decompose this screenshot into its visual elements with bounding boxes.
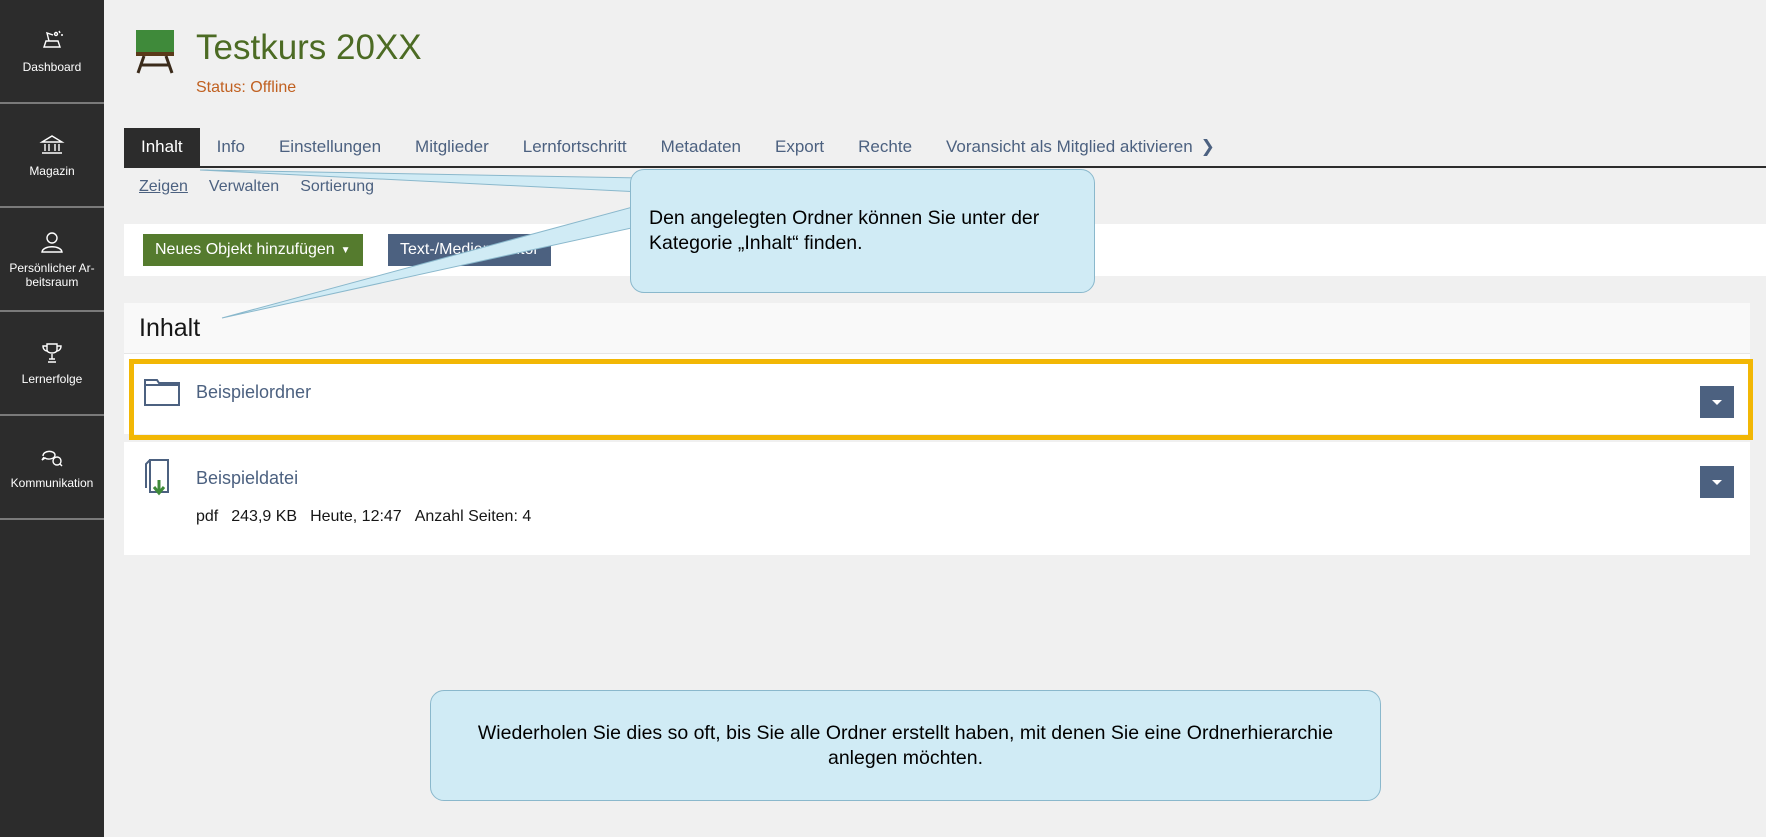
tab-mitglieder[interactable]: Mitglieder — [398, 128, 506, 166]
sidebar-item-personal-workspace[interactable]: Persönlicher Ar-beitsraum — [0, 208, 104, 312]
tab-info[interactable]: Info — [200, 128, 262, 166]
sidebar-item-label: Persönlicher Ar-beitsraum — [9, 261, 95, 289]
page-editor-button[interactable]: Text-/Medien-Editor — [388, 234, 551, 266]
trophy-icon — [42, 343, 62, 363]
file-date: Heute, 12:47 — [310, 508, 402, 525]
tab-member-preview-label: Voransicht als Mitglied aktivieren — [946, 137, 1193, 156]
tab-lernfortschritt[interactable]: Lernfortschritt — [506, 128, 644, 166]
add-object-label: Neues Objekt hinzufügen — [155, 241, 335, 258]
caret-down-icon — [1712, 399, 1722, 405]
sidebar-item-dashboard[interactable]: Dashboard — [0, 0, 104, 104]
chevron-right-icon: ❯ — [1200, 137, 1215, 156]
item-properties: pdf 243,9 KB Heute, 12:47 Anzahl Seiten:… — [196, 508, 531, 526]
dashboard-icon — [43, 30, 63, 48]
page-title: Testkurs 20XX — [196, 28, 422, 67]
tab-inhalt[interactable]: Inhalt — [124, 128, 200, 166]
caret-down-icon: ▼ — [340, 244, 351, 256]
course-header: Testkurs 20XX Status: Offline — [104, 0, 1766, 125]
item-actions-dropdown[interactable] — [1700, 386, 1734, 418]
tab-export[interactable]: Export — [758, 128, 841, 166]
course-board-icon — [136, 30, 174, 74]
file-download-icon — [145, 459, 169, 496]
content-heading: Inhalt — [124, 303, 1750, 354]
sidebar-item-label: Lernerfolge — [21, 372, 83, 386]
content-panel: Inhalt Beispielordner Beispieldatei pdf … — [124, 303, 1750, 555]
sidebar-item-label: Magazin — [29, 164, 75, 178]
list-item-folder[interactable]: Beispielordner — [124, 354, 1750, 434]
chat-icon — [41, 450, 63, 467]
callout-instruction: Wiederholen Sie dies so oft, bis Sie all… — [430, 690, 1381, 801]
item-actions-dropdown[interactable] — [1700, 466, 1734, 498]
sidebar-item-communication[interactable]: Kommunikation — [0, 416, 104, 520]
main-sidebar: Dashboard Magazin Persönlicher Ar-beitsr… — [0, 0, 104, 837]
sidebar-item-achievements[interactable]: Lernerfolge — [0, 312, 104, 416]
tab-member-preview[interactable]: Voransicht als Mitglied aktivieren ❯ — [929, 128, 1232, 166]
subtab-zeigen[interactable]: Zeigen — [139, 178, 188, 196]
tab-einstellungen[interactable]: Einstellungen — [262, 128, 398, 166]
file-size: 243,9 KB — [231, 508, 298, 525]
subtab-verwalten[interactable]: Verwalten — [209, 178, 279, 196]
tab-metadaten[interactable]: Metadaten — [644, 128, 758, 166]
library-icon — [39, 135, 65, 154]
sub-tabs: Zeigen Verwalten Sortierung — [139, 178, 374, 196]
file-pages: Anzahl Seiten: 4 — [414, 508, 532, 525]
main-tabs: Inhalt Info Einstellungen Mitglieder Ler… — [124, 128, 1766, 168]
sidebar-item-magazin[interactable]: Magazin — [0, 104, 104, 208]
file-type: pdf — [196, 508, 219, 525]
sidebar-item-label: Kommunikation — [10, 476, 94, 490]
item-title-link[interactable]: Beispieldatei — [196, 468, 298, 489]
status-text: Status: Offline — [196, 79, 297, 96]
item-title-link[interactable]: Beispielordner — [196, 382, 311, 403]
sidebar-item-label: Dashboard — [22, 60, 82, 74]
user-icon — [41, 232, 63, 253]
subtab-sortierung[interactable]: Sortierung — [300, 178, 374, 196]
folder-icon — [144, 379, 180, 406]
callout-hint: Den angelegten Ordner können Sie unter d… — [630, 169, 1095, 293]
list-item-file[interactable]: Beispieldatei pdf 243,9 KB Heute, 12:47 … — [124, 442, 1750, 555]
add-object-button[interactable]: Neues Objekt hinzufügen ▼ — [143, 234, 363, 266]
caret-down-icon — [1712, 479, 1722, 485]
tab-rechte[interactable]: Rechte — [841, 128, 929, 166]
